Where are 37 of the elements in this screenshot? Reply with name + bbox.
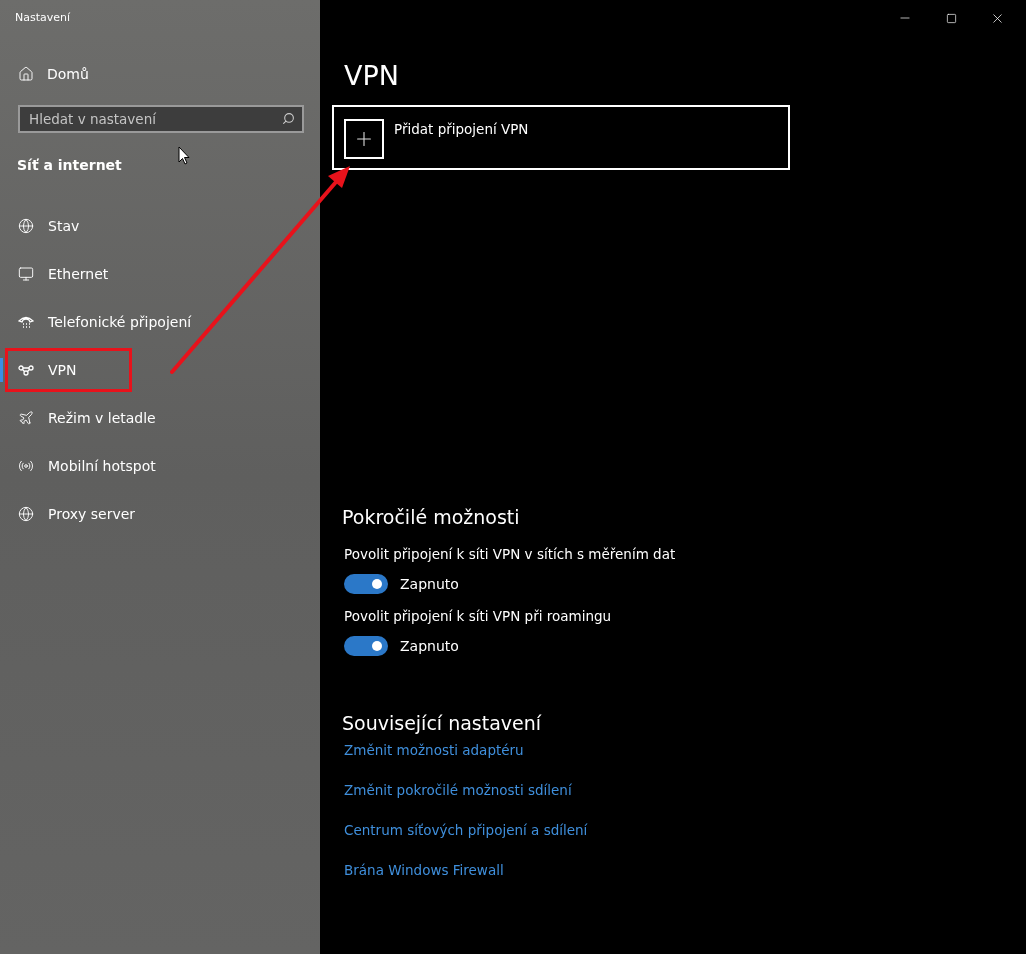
sidebar-item[interactable]: Mobilní hotspot [0, 451, 156, 481]
monitor-icon [18, 266, 34, 282]
hotspot-icon [18, 458, 34, 474]
toggle-state: Zapnuto [400, 638, 459, 654]
search-icon [282, 112, 295, 125]
plus-icon [344, 119, 384, 159]
toggle-switch[interactable] [344, 574, 388, 594]
add-vpn-button[interactable]: Přidat připojení VPN [332, 105, 790, 170]
search-field[interactable]: Hledat v nastavení [18, 105, 304, 133]
globe-icon [18, 506, 34, 522]
sidebar-item[interactable]: Ethernet [0, 259, 109, 289]
toggle-label: Povolit připojení k síti VPN v sítích s měřením dat [344, 546, 677, 564]
toggle-label: Povolit připojení k síti VPN při roamingu [344, 608, 613, 626]
mouse-pointer-icon [178, 146, 190, 165]
sidebar-item[interactable]: Stav [0, 211, 80, 241]
settings-link[interactable]: Změnit pokročilé možnosti sdílení [344, 782, 572, 800]
section-heading: Související nastavení [342, 712, 543, 736]
section-heading: Pokročilé možnosti [342, 506, 521, 530]
home-icon [18, 66, 34, 82]
settings-link[interactable]: Změnit možnosti adaptéru [344, 742, 524, 760]
vpn-icon [18, 364, 34, 376]
sidebar-item[interactable]: Režim v letadle [0, 403, 156, 433]
home-link[interactable]: Domů [18, 61, 89, 87]
sidebar-item[interactable]: Proxy server [0, 499, 136, 529]
settings-link[interactable]: Brána Windows Firewall [344, 862, 504, 880]
toggle-state: Zapnuto [400, 576, 459, 592]
globe-icon [18, 218, 34, 234]
page-title: VPN [344, 60, 400, 93]
section-heading: Síť a internet [17, 157, 122, 175]
maximize-icon [945, 12, 957, 24]
sidebar-item[interactable]: Telefonické připojení [0, 307, 192, 337]
window-title: Nastavení [14, 10, 72, 26]
sidebar-item[interactable]: VPN [12, 355, 125, 385]
toggle-switch[interactable] [344, 636, 388, 656]
settings-link[interactable]: Centrum síťových připojení a sdílení [344, 822, 588, 840]
telephone-icon [18, 315, 34, 329]
airplane-icon [18, 410, 34, 426]
